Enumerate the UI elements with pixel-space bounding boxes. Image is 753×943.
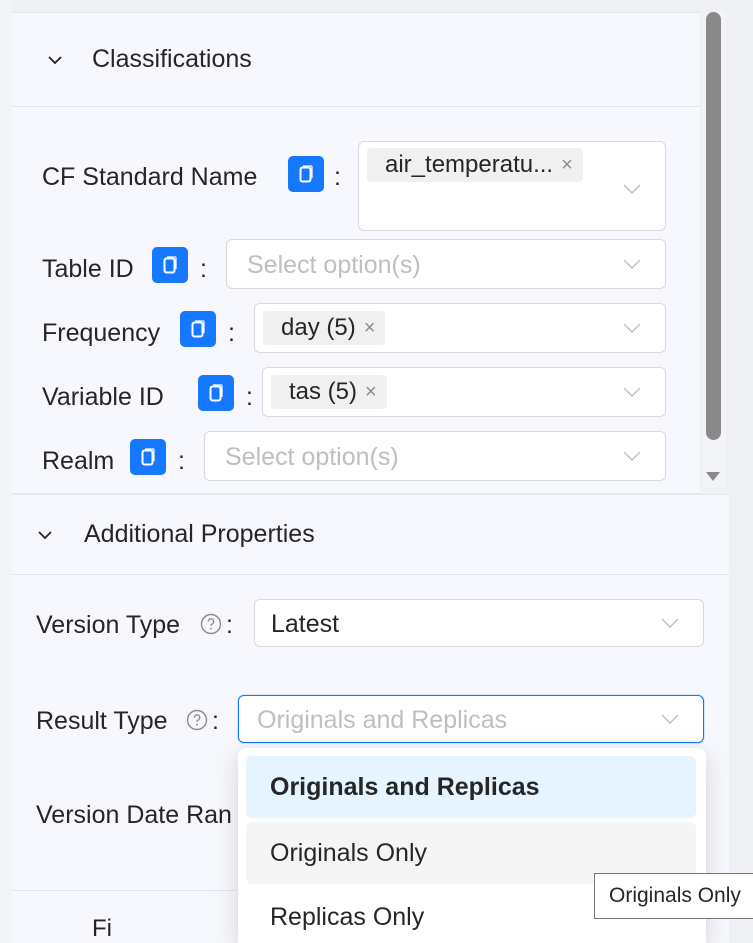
variable-id-label: Variable ID xyxy=(42,383,164,411)
filters-header-partial: Fi xyxy=(92,915,112,942)
version-date-range-label: Version Date Ran xyxy=(36,801,232,829)
colon: : xyxy=(226,611,233,639)
chevron-down-icon xyxy=(661,618,679,628)
result-type-label: Result Type xyxy=(36,707,168,735)
colon: : xyxy=(228,319,235,347)
realm-copy-button[interactable] xyxy=(130,439,166,475)
realm-placeholder: Select option(s) xyxy=(225,443,399,471)
divider xyxy=(12,890,237,891)
close-icon[interactable]: × xyxy=(364,317,376,340)
page-left-gutter xyxy=(0,0,12,943)
chevron-down-icon xyxy=(623,259,641,269)
table-id-placeholder: Select option(s) xyxy=(247,251,421,279)
chevron-down-icon xyxy=(48,55,62,64)
variable-id-copy-button[interactable] xyxy=(198,375,234,411)
option-tooltip: Originals Only xyxy=(594,873,753,919)
realm-label: Realm xyxy=(42,447,115,475)
copy-icon xyxy=(299,165,313,183)
cf-standard-name-select[interactable]: air_temperatu... × xyxy=(358,141,666,231)
close-icon[interactable]: × xyxy=(561,154,573,177)
question-circle-icon[interactable] xyxy=(186,709,208,731)
version-type-value: Latest xyxy=(271,610,340,638)
chevron-down-icon xyxy=(623,323,641,333)
table-id-select[interactable]: Select option(s) xyxy=(226,239,666,289)
cf-standard-name-copy-button[interactable] xyxy=(288,156,324,192)
frequency-select[interactable]: day (5) × xyxy=(254,303,666,353)
table-id-label: Table ID xyxy=(42,255,134,283)
classifications-panel: Classifications CF Standard Name : air_t… xyxy=(12,12,700,494)
additional-properties-title: Additional Properties xyxy=(84,520,315,548)
version-type-select[interactable]: Latest xyxy=(254,599,704,647)
variable-id-tag: tas (5) × xyxy=(271,375,387,409)
chevron-down-icon xyxy=(623,184,641,194)
copy-icon xyxy=(163,256,177,274)
copy-icon xyxy=(209,384,223,402)
close-icon[interactable]: × xyxy=(365,381,377,404)
classifications-header[interactable]: Classifications xyxy=(12,13,700,107)
tag-label: tas (5) xyxy=(289,378,358,405)
tag-label: day (5) xyxy=(281,314,356,341)
version-type-label: Version Type xyxy=(36,611,181,639)
chevron-down-icon xyxy=(38,530,52,539)
scroll-down-arrow-icon[interactable] xyxy=(706,472,720,481)
colon: : xyxy=(178,447,185,475)
chevron-down-icon xyxy=(661,714,679,724)
chevron-down-icon xyxy=(623,387,641,397)
classifications-title: Classifications xyxy=(92,45,252,73)
frequency-tag: day (5) × xyxy=(263,311,386,345)
colon: : xyxy=(246,383,253,411)
frequency-label: Frequency xyxy=(42,319,161,347)
cf-standard-name-tag: air_temperatu... × xyxy=(367,148,583,182)
copy-icon xyxy=(191,320,205,338)
result-type-placeholder: Originals and Replicas xyxy=(257,706,508,734)
chevron-down-icon xyxy=(623,451,641,461)
result-type-select[interactable]: Originals and Replicas xyxy=(238,695,704,743)
tag-label: air_temperatu... xyxy=(385,151,554,178)
colon: : xyxy=(334,163,341,191)
variable-id-select[interactable]: tas (5) × xyxy=(262,367,666,417)
copy-icon xyxy=(141,448,155,466)
scrollbar-thumb[interactable] xyxy=(706,12,721,440)
frequency-copy-button[interactable] xyxy=(180,311,216,347)
table-id-copy-button[interactable] xyxy=(152,247,188,283)
question-circle-icon[interactable] xyxy=(200,613,222,635)
colon: : xyxy=(200,255,207,283)
dropdown-option-originals-and-replicas[interactable]: Originals and Replicas xyxy=(246,756,696,818)
realm-select[interactable]: Select option(s) xyxy=(204,431,666,481)
colon: : xyxy=(212,707,219,735)
additional-properties-header[interactable]: Additional Properties xyxy=(12,495,729,575)
cf-standard-name-label: CF Standard Name xyxy=(42,163,258,191)
